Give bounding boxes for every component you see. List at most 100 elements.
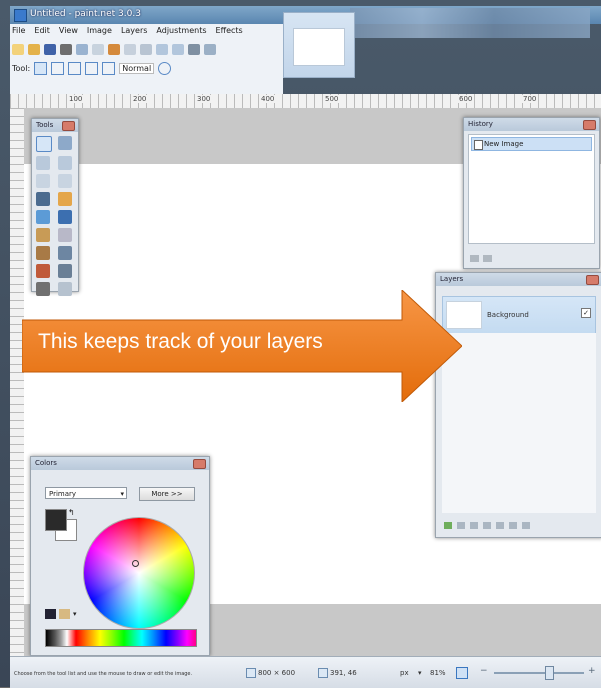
- copy-icon[interactable]: [92, 44, 104, 55]
- tool-label: Tool:: [12, 64, 31, 73]
- lasso-select-icon[interactable]: [36, 156, 50, 170]
- gradient-icon[interactable]: [58, 210, 72, 224]
- history-item[interactable]: New Image: [471, 137, 592, 151]
- merge-layer-icon[interactable]: [483, 522, 491, 529]
- new-file-icon[interactable]: [12, 44, 24, 55]
- menu-layers[interactable]: Layers: [121, 26, 147, 40]
- close-icon[interactable]: [586, 275, 599, 285]
- undo-icon[interactable]: [156, 44, 168, 55]
- selection-mode-exclude-icon[interactable]: [68, 62, 82, 75]
- ruler-tick-label: 100: [68, 95, 84, 103]
- zoom-to-window-icon[interactable]: [456, 667, 468, 679]
- color-wheel-cursor[interactable]: [132, 560, 139, 567]
- delete-layer-icon[interactable]: [457, 522, 465, 529]
- ruler-tick-label: 400: [260, 95, 276, 103]
- paintbrush-icon[interactable]: [36, 228, 50, 242]
- close-icon[interactable]: [583, 120, 596, 130]
- paste-icon[interactable]: [108, 44, 120, 55]
- more-colors-button[interactable]: More >>: [139, 487, 195, 501]
- paint-bucket-icon[interactable]: [36, 210, 50, 224]
- menu-file[interactable]: File: [12, 26, 25, 40]
- zoom-in-icon[interactable]: +: [588, 666, 596, 676]
- menu-effects[interactable]: Effects: [216, 26, 243, 40]
- ruler-tick-label: 200: [132, 95, 148, 103]
- color-mode-dropdown[interactable]: Primary ▾: [45, 487, 127, 499]
- grid-icon[interactable]: [188, 44, 200, 55]
- recolor-icon[interactable]: [58, 264, 72, 278]
- close-icon[interactable]: [62, 121, 75, 131]
- color-wheel[interactable]: [83, 517, 195, 629]
- swap-colors-icon[interactable]: ↰: [68, 508, 75, 517]
- color-palette[interactable]: [45, 629, 197, 647]
- zoom-level[interactable]: 81%: [430, 669, 446, 677]
- save-icon[interactable]: [44, 44, 56, 55]
- image-size-icon: [246, 668, 256, 678]
- color-mode-value: Primary: [49, 490, 77, 498]
- move-layer-up-icon[interactable]: [496, 522, 504, 529]
- selection-mode-intersect-icon[interactable]: [85, 62, 99, 75]
- magic-wand-icon[interactable]: [36, 192, 50, 206]
- duplicate-layer-icon[interactable]: [470, 522, 478, 529]
- eraser-icon[interactable]: [58, 228, 72, 242]
- zoom-slider-thumb[interactable]: [545, 666, 554, 680]
- callout-text: This keeps track of your layers: [38, 330, 323, 353]
- palette-folder-icon[interactable]: [59, 609, 70, 619]
- move-selected-icon[interactable]: [58, 136, 72, 150]
- horizontal-ruler: 100 200 300 400 500 600 700: [10, 94, 601, 109]
- layer-properties-icon[interactable]: [522, 522, 530, 529]
- tools-panel-header[interactable]: Tools: [32, 119, 78, 132]
- tools-panel-title: Tools: [36, 121, 54, 129]
- layers-panel-title: Layers: [440, 275, 464, 283]
- menu-adjustments[interactable]: Adjustments: [156, 26, 206, 40]
- paintnet-app-icon: [14, 9, 27, 22]
- layer-row[interactable]: Background ✓: [442, 296, 596, 334]
- menu-image[interactable]: Image: [87, 26, 112, 40]
- ruler-tick-label: 300: [196, 95, 212, 103]
- pan-icon[interactable]: [58, 192, 72, 206]
- selection-mode-invert-icon[interactable]: [102, 62, 116, 75]
- clone-stamp-icon[interactable]: [36, 264, 50, 278]
- tool-grid: [36, 136, 74, 296]
- layer-visibility-checkbox[interactable]: ✓: [581, 308, 591, 318]
- image-size: 800 × 600: [258, 669, 296, 677]
- selection-mode-replace-icon[interactable]: [34, 62, 48, 75]
- blend-mode-dropdown[interactable]: Normal: [119, 63, 155, 74]
- add-layer-icon[interactable]: [444, 522, 452, 529]
- layers-panel-header[interactable]: Layers: [436, 273, 601, 286]
- move-selection-icon[interactable]: [58, 156, 72, 170]
- move-layer-down-icon[interactable]: [509, 522, 517, 529]
- selection-mode-union-icon[interactable]: [51, 62, 65, 75]
- print-icon[interactable]: [60, 44, 72, 55]
- units-chevron-icon[interactable]: ▾: [418, 669, 422, 677]
- undo-icon[interactable]: [470, 255, 479, 262]
- palette-icon[interactable]: [45, 609, 56, 619]
- menu-view[interactable]: View: [59, 26, 78, 40]
- close-icon[interactable]: [193, 459, 206, 469]
- zoom-slider-track[interactable]: [494, 672, 584, 674]
- cut-icon[interactable]: [76, 44, 88, 55]
- pencil-icon[interactable]: [36, 246, 50, 260]
- chevron-down-icon[interactable]: ▾: [73, 610, 77, 618]
- primary-color-swatch[interactable]: [45, 509, 67, 531]
- zoom-icon[interactable]: [58, 174, 72, 188]
- deselect-icon[interactable]: [140, 44, 152, 55]
- ruler-toggle-icon[interactable]: [204, 44, 216, 55]
- crop-icon[interactable]: [124, 44, 136, 55]
- antialiasing-icon[interactable]: [158, 62, 172, 75]
- zoom-out-icon[interactable]: −: [480, 666, 488, 676]
- ellipse-select-icon[interactable]: [36, 174, 50, 188]
- window-title: Untitled - paint.net 3.0.3: [30, 9, 141, 19]
- menu-edit[interactable]: Edit: [34, 26, 50, 40]
- colors-panel-header[interactable]: Colors: [31, 457, 209, 470]
- redo-icon[interactable]: [483, 255, 492, 262]
- color-picker-icon[interactable]: [58, 246, 72, 260]
- open-file-icon[interactable]: [28, 44, 40, 55]
- units-selector[interactable]: px: [400, 669, 409, 677]
- history-panel-header[interactable]: History: [464, 118, 599, 131]
- rectangle-select-icon[interactable]: [36, 136, 52, 152]
- main-toolbar: [12, 44, 216, 55]
- redo-icon[interactable]: [172, 44, 184, 55]
- history-panel: History New Image: [463, 117, 600, 269]
- image-thumbnail[interactable]: [293, 28, 345, 66]
- tool-options-bar: Tool: Normal: [12, 62, 172, 75]
